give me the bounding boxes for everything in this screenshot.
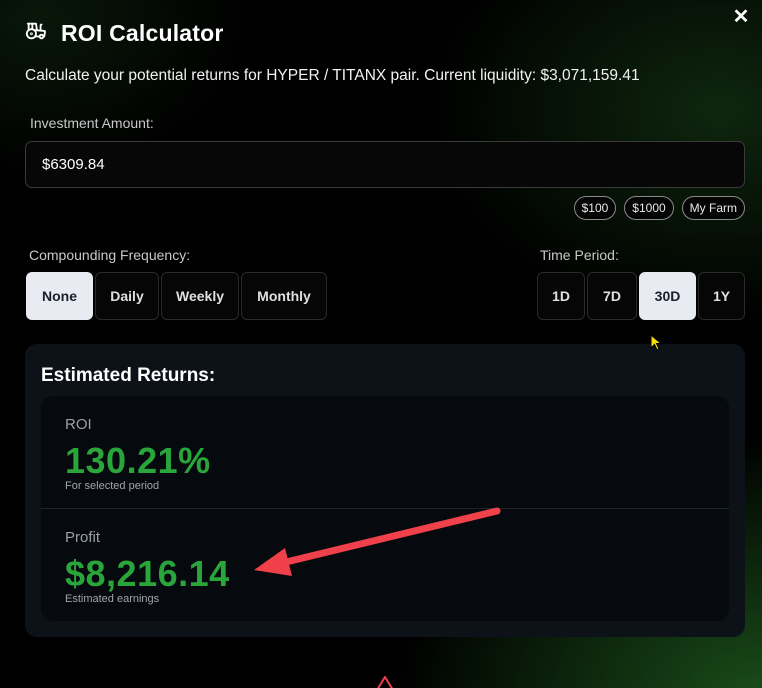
period-1d-button[interactable]: 1D (537, 272, 585, 320)
tractor-icon (25, 20, 47, 47)
roi-calculator-modal: ROI Calculator ✕ Calculate your potentia… (0, 0, 762, 688)
preset-my-farm-button[interactable]: My Farm (681, 196, 745, 220)
compounding-weekly-button[interactable]: Weekly (161, 272, 239, 320)
compounding-label: Compounding Frequency: (29, 247, 191, 263)
investment-amount-input[interactable] (42, 156, 744, 173)
warning-triangle-icon (377, 676, 393, 688)
profit-label: Profit (65, 529, 101, 546)
investment-amount-field[interactable] (25, 141, 745, 188)
modal-header: ROI Calculator (25, 16, 224, 50)
compounding-daily-button[interactable]: Daily (95, 272, 159, 320)
roi-label: ROI (65, 416, 92, 433)
time-period-label: Time Period: (540, 247, 619, 263)
preset-amounts: $100 $1000 My Farm (573, 196, 745, 220)
modal-title: ROI Calculator (61, 19, 224, 46)
period-1y-button[interactable]: 1Y (698, 272, 745, 320)
profit-value: $8,216.14 (65, 553, 230, 594)
preset-100-button[interactable]: $100 (573, 196, 617, 220)
mouse-pointer-icon (650, 334, 663, 351)
time-period-selector: 1D 7D 30D 1Y (537, 272, 745, 320)
returns-card: ROI 130.21% For selected period Profit $… (41, 396, 729, 621)
roi-value: 130.21% (65, 440, 211, 481)
estimated-returns-panel: Estimated Returns: ROI 130.21% For selec… (25, 344, 745, 637)
estimated-returns-title: Estimated Returns: (41, 365, 216, 386)
returns-divider (41, 508, 729, 509)
period-30d-button[interactable]: 30D (639, 272, 696, 320)
compounding-selector: None Daily Weekly Monthly (26, 272, 327, 320)
compounding-monthly-button[interactable]: Monthly (241, 272, 327, 320)
preset-1000-button[interactable]: $1000 (624, 196, 674, 220)
period-7d-button[interactable]: 7D (587, 272, 637, 320)
roi-subtext: For selected period (65, 480, 160, 492)
investment-label: Investment Amount: (30, 115, 154, 131)
compounding-none-button[interactable]: None (26, 272, 93, 320)
pair-description: Calculate your potential returns for HYP… (25, 67, 640, 84)
profit-subtext: Estimated earnings (65, 593, 160, 605)
close-icon[interactable]: ✕ (730, 6, 752, 28)
